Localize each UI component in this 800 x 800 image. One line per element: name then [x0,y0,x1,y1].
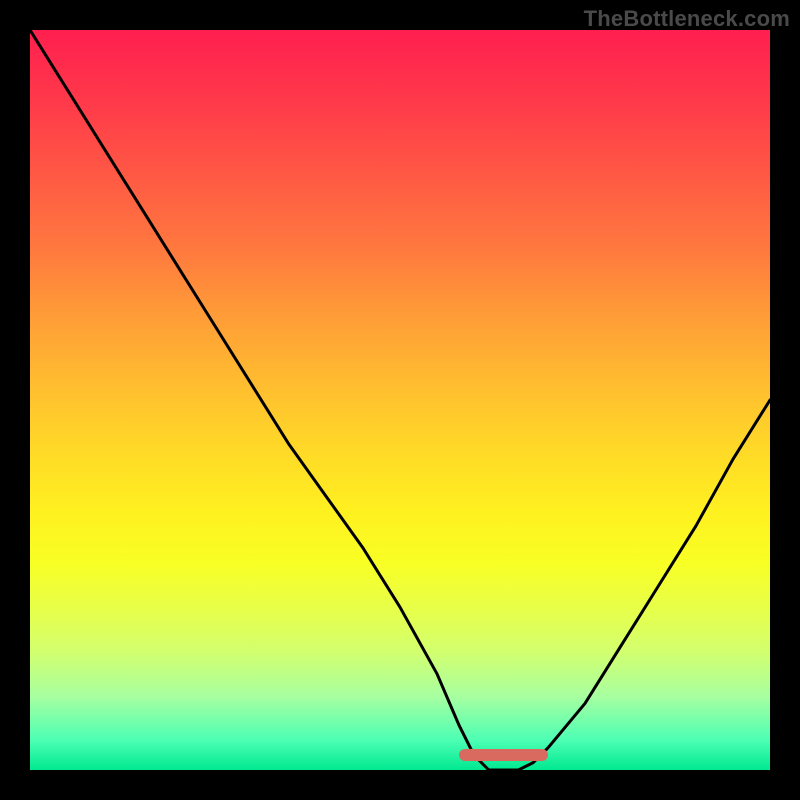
bottleneck-curve [30,30,770,770]
chart-frame: TheBottleneck.com [0,0,800,800]
plot-area [30,30,770,770]
watermark-text: TheBottleneck.com [584,6,790,32]
optimal-range-marker [459,749,548,761]
